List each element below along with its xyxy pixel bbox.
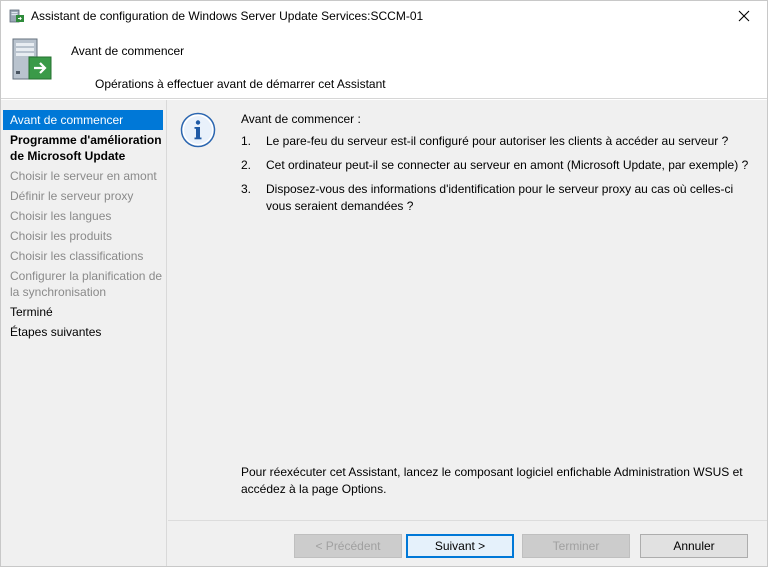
list-number: 3. — [241, 182, 252, 196]
window-title: Assistant de configuration de Windows Se… — [31, 9, 424, 23]
sidebar-item-langues[interactable]: Choisir les langues — [3, 206, 163, 226]
list-item: 2. Cet ordinateur peut-il se connecter a… — [241, 157, 751, 174]
next-button[interactable]: Suivant > — [406, 534, 514, 558]
list-text: Cet ordinateur peut-il se connecter au s… — [266, 158, 749, 172]
previous-button[interactable]: < Précédent — [294, 534, 402, 558]
rerun-note: Pour réexécuter cet Assistant, lancez le… — [241, 465, 743, 496]
wizard-window: Assistant de configuration de Windows Se… — [0, 0, 768, 567]
cancel-button[interactable]: Annuler — [640, 534, 748, 558]
wizard-header: Avant de commencer Opérations à effectue… — [1, 31, 767, 99]
checklist: 1. Le pare-feu du serveur est-il configu… — [241, 133, 751, 222]
title-bar: Assistant de configuration de Windows Se… — [1, 1, 767, 31]
server-update-icon — [11, 35, 55, 83]
page-title: Avant de commencer — [71, 44, 185, 58]
sidebar-item-classifications[interactable]: Choisir les classifications — [3, 246, 163, 266]
sidebar-item-serveur-proxy[interactable]: Définir le serveur proxy — [3, 186, 163, 206]
sidebar-item-etapes-suivantes[interactable]: Étapes suivantes — [3, 322, 163, 342]
list-text: Le pare-feu du serveur est-il configuré … — [266, 134, 729, 148]
list-item: 3. Disposez-vous des informations d'iden… — [241, 181, 751, 215]
sidebar-item-programme-amelioration[interactable]: Programme d'amélioration de Microsoft Up… — [3, 130, 163, 166]
sidebar-item-termine[interactable]: Terminé — [3, 302, 163, 322]
page-subtitle: Opérations à effectuer avant de démarrer… — [95, 77, 386, 91]
content-area: Avant de commencer Programme d'améliorat… — [1, 100, 767, 566]
close-icon — [738, 10, 750, 22]
list-number: 2. — [241, 158, 252, 172]
finish-button[interactable]: Terminer — [522, 534, 630, 558]
sidebar-item-produits[interactable]: Choisir les produits — [3, 226, 163, 246]
intro-text: Avant de commencer : — [241, 112, 361, 126]
list-item: 1. Le pare-feu du serveur est-il configu… — [241, 133, 751, 150]
sidebar-item-avant-de-commencer[interactable]: Avant de commencer — [3, 110, 163, 130]
main-panel: Avant de commencer : 1. Le pare-feu du s… — [168, 100, 767, 520]
info-icon — [180, 112, 216, 148]
wizard-steps-sidebar: Avant de commencer Programme d'améliorat… — [1, 100, 167, 566]
list-number: 1. — [241, 134, 252, 148]
close-button[interactable] — [721, 1, 767, 31]
list-text: Disposez-vous des informations d'identif… — [266, 182, 734, 213]
sidebar-item-planification[interactable]: Configurer la planification de la synchr… — [3, 266, 163, 302]
wsus-app-icon — [9, 8, 25, 24]
button-bar: < Précédent Suivant > Terminer Annuler — [168, 520, 767, 566]
sidebar-item-serveur-amont[interactable]: Choisir le serveur en amont — [3, 166, 163, 186]
